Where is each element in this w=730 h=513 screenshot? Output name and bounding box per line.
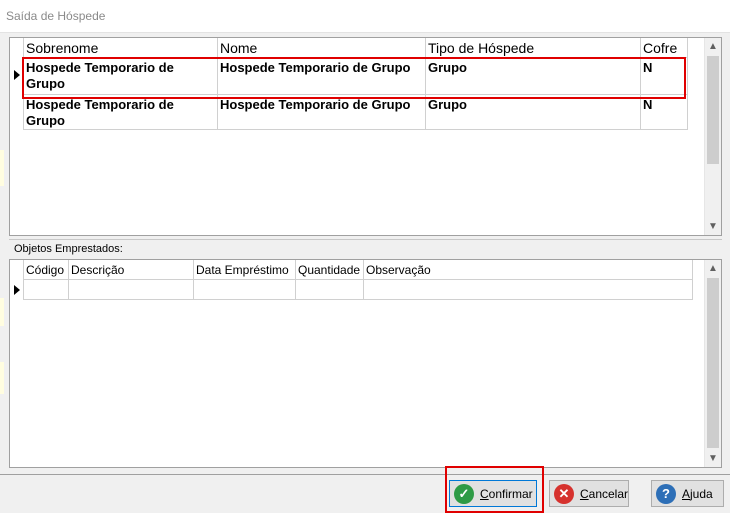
scroll-down-icon[interactable]: ▼ <box>705 218 721 235</box>
objects-scrollbar[interactable]: ▲ ▼ <box>704 260 721 467</box>
help-label: Ajuda <box>682 486 713 501</box>
help-button[interactable]: ? Ajuda <box>651 480 724 507</box>
confirm-label: Confirmar <box>480 486 533 501</box>
cell-cofre[interactable]: N <box>641 95 688 130</box>
title-bar: Saída de Hóspede <box>0 0 730 33</box>
column-header-sobrenome[interactable]: Sobrenome <box>24 38 218 58</box>
objects-section-label: Objetos Emprestados: <box>14 243 123 255</box>
cancel-button[interactable]: ✕ Cancelar <box>549 480 629 507</box>
column-header-tipo[interactable]: Tipo de Hóspede <box>426 38 641 58</box>
cell-sobrenome[interactable]: Hospede Temporario de Grupo <box>24 95 218 130</box>
cell-nome[interactable]: Hospede Temporario de Grupo <box>218 95 426 130</box>
section-separator <box>9 239 722 240</box>
confirm-button[interactable]: ✓ Confirmar <box>449 480 537 507</box>
background-strip <box>0 150 4 186</box>
cell-cofre[interactable]: N <box>641 58 688 95</box>
column-header-nome[interactable]: Nome <box>218 38 426 58</box>
scroll-up-icon[interactable]: ▲ <box>705 260 721 277</box>
guests-scrollbar[interactable]: ▲ ▼ <box>704 38 721 235</box>
cell-descricao[interactable] <box>69 280 194 300</box>
column-header-cofre[interactable]: Cofre <box>641 38 688 58</box>
scroll-down-icon[interactable]: ▼ <box>705 450 721 467</box>
background-strip <box>0 362 4 394</box>
cell-sobrenome[interactable]: Hospede Temporario de Grupo <box>24 58 218 95</box>
cell-codigo[interactable] <box>24 280 69 300</box>
guests-grid[interactable]: Sobrenome Nome Tipo de Hóspede Cofre Hos… <box>9 37 722 236</box>
current-row-arrow-icon <box>14 285 20 295</box>
background-strip <box>0 298 4 326</box>
column-header-observacao[interactable]: Observação <box>364 260 693 280</box>
scroll-thumb[interactable] <box>707 278 719 448</box>
x-circle-icon: ✕ <box>554 483 574 504</box>
column-header-descricao[interactable]: Descrição <box>69 260 194 280</box>
cancel-label: Cancelar <box>579 486 628 501</box>
cell-tipo[interactable]: Grupo <box>426 95 641 130</box>
cell-quantidade[interactable] <box>296 280 364 300</box>
footer-separator <box>0 474 730 475</box>
objects-grid[interactable]: Código Descrição Data Empréstimo Quantid… <box>9 259 722 468</box>
cell-tipo[interactable]: Grupo <box>426 58 641 95</box>
window-title: Saída de Hóspede <box>6 9 106 23</box>
question-circle-icon: ? <box>656 483 676 504</box>
column-header-codigo[interactable]: Código <box>24 260 69 280</box>
column-header-data-emprestimo[interactable]: Data Empréstimo <box>194 260 296 280</box>
cell-observacao[interactable] <box>364 280 693 300</box>
cell-nome[interactable]: Hospede Temporario de Grupo <box>218 58 426 95</box>
scroll-thumb[interactable] <box>707 56 719 164</box>
cell-data-emprestimo[interactable] <box>194 280 296 300</box>
scroll-up-icon[interactable]: ▲ <box>705 38 721 55</box>
current-row-arrow-icon <box>14 70 20 80</box>
column-header-quantidade[interactable]: Quantidade <box>296 260 364 280</box>
check-circle-icon: ✓ <box>454 483 474 504</box>
row-indicator-column <box>10 38 24 130</box>
